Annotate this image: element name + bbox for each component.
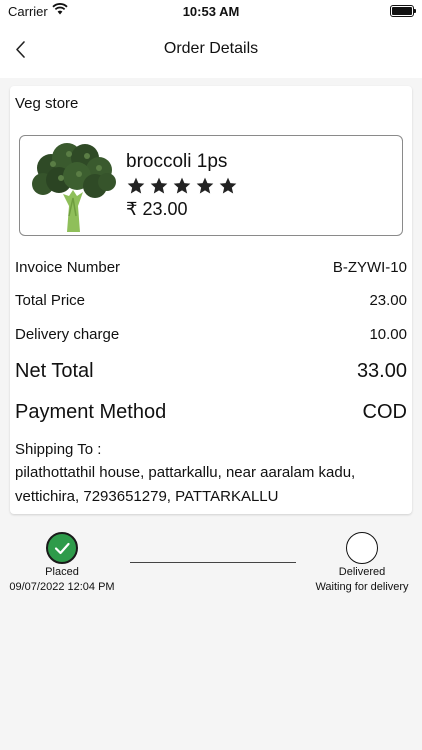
shipping-address: pilathottathil house, pattarkallu, near … [15,464,356,505]
star-icon [173,177,191,194]
delivery-charge-row: Delivery charge 10.00 [15,326,407,343]
page-title: Order Details [163,40,259,57]
total-price-row: Total Price 23.00 [15,292,407,309]
delivered-step-circle [346,532,378,564]
star-icon [219,177,237,194]
shipping-label: Shipping To : [15,441,102,458]
delivered-label: Delivered [338,566,386,578]
payment-method-row: Payment Method COD [15,401,407,424]
total-price-label: Total Price [15,292,86,309]
tracking-line [130,562,296,563]
star-icon [127,177,145,194]
product-price: ₹ 23.00 [126,199,188,219]
product-name: broccoli 1ps [126,151,228,172]
battery-icon [390,5,416,17]
placed-time: 09/07/2022 12:04 PM [9,581,115,593]
delivered-status: Waiting for delivery [315,581,409,593]
invoice-row: Invoice Number B-ZYWI-10 [15,259,407,276]
rating-stars [126,176,238,196]
order-tracking: Placed 09/07/2022 12:04 PM Delivered Wai… [0,530,422,610]
net-total-row: Net Total 33.00 [15,360,407,383]
total-price-value: 23.00 [369,292,407,309]
product-item[interactable]: broccoli 1ps ₹ 23.00 [19,135,403,236]
placed-label: Placed [45,566,79,578]
star-icon [196,177,214,194]
check-icon [54,542,70,555]
net-total-value: 33.00 [356,360,407,382]
invoice-value: B-ZYWI-10 [332,259,407,276]
clock: 10:53 AM [182,4,240,19]
payment-method-label: Payment Method [15,401,167,423]
order-card: Veg store broccoli 1ps ₹ 23.00 Invoice N… [10,86,412,514]
broccoli-image [32,143,116,232]
delivery-charge-label: Delivery charge [15,326,120,343]
placed-step-circle [46,532,78,564]
star-icon [150,177,168,194]
payment-method-value: COD [362,401,407,423]
status-bar: Carrier 10:53 AM [0,0,422,24]
store-name: Veg store [15,95,79,112]
delivery-charge-value: 10.00 [369,326,407,343]
nav-bar: Order Details [0,24,422,78]
net-total-label: Net Total [15,360,94,382]
invoice-label: Invoice Number [15,259,121,276]
